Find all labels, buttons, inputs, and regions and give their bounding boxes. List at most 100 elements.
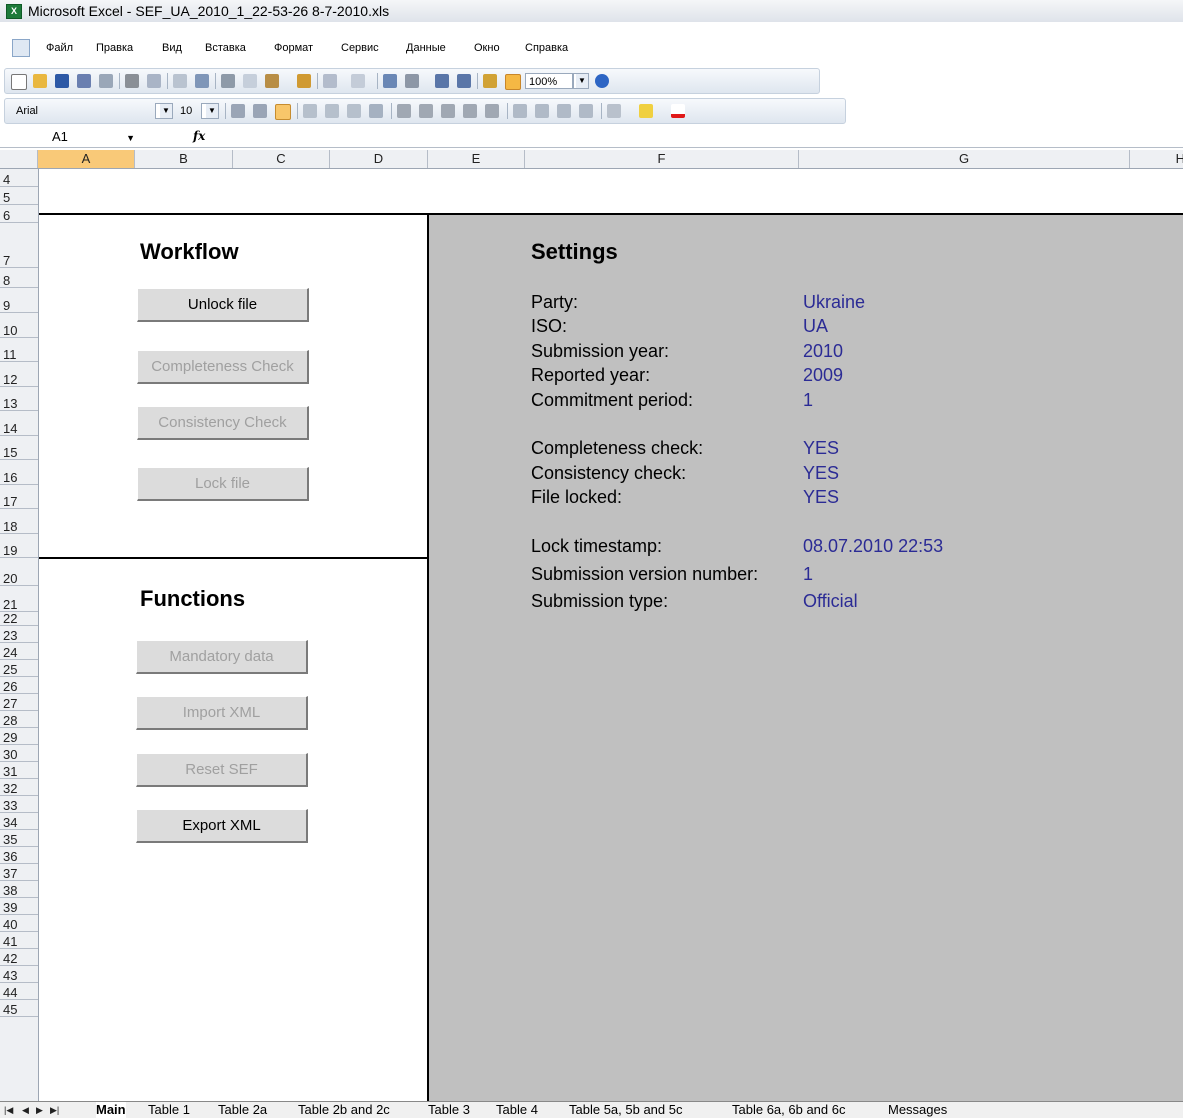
row-header[interactable]: 8	[0, 268, 38, 288]
menu-help[interactable]: Справка	[525, 42, 568, 54]
fill-color-icon[interactable]	[639, 104, 653, 118]
row-header[interactable]: 26	[0, 677, 38, 694]
row-header[interactable]: 14	[0, 411, 38, 436]
row-header[interactable]: 23	[0, 626, 38, 643]
redo-icon[interactable]	[351, 74, 365, 88]
row-header[interactable]: 38	[0, 881, 38, 898]
row-header[interactable]: 7	[0, 223, 38, 268]
chart-wizard-icon[interactable]	[483, 74, 497, 88]
font-size-dropdown[interactable]: ▼	[201, 103, 219, 119]
select-all-corner[interactable]	[0, 150, 38, 168]
save-icon[interactable]	[55, 74, 69, 88]
menu-window[interactable]: Окно	[474, 42, 500, 54]
menu-format[interactable]: Формат	[274, 42, 313, 54]
cut-icon[interactable]	[221, 74, 235, 88]
currency-icon[interactable]	[397, 104, 411, 118]
sheet-tab-table-5[interactable]: Table 5a, 5b and 5c	[569, 1102, 682, 1118]
spelling-icon[interactable]	[173, 74, 187, 88]
last-sheet-icon[interactable]: ▶|	[50, 1105, 59, 1116]
column-header-a[interactable]: A	[38, 150, 135, 168]
row-header[interactable]: 41	[0, 932, 38, 949]
indent-icon[interactable]	[557, 104, 571, 118]
column-header-c[interactable]: C	[233, 150, 330, 168]
row-header[interactable]: 5	[0, 187, 38, 205]
font-color-icon[interactable]	[671, 104, 685, 118]
email-icon[interactable]	[99, 74, 113, 88]
zoom-select[interactable]: 100%	[525, 73, 573, 89]
row-header[interactable]: 6	[0, 205, 38, 223]
open-icon[interactable]	[33, 74, 47, 88]
name-box[interactable]: A1 ▼	[38, 129, 138, 145]
consistency-check-button[interactable]: Consistency Check	[137, 406, 309, 440]
row-header[interactable]: 21	[0, 586, 38, 612]
prev-sheet-icon[interactable]: ◀	[22, 1105, 29, 1116]
increase-indent-icon[interactable]	[535, 104, 549, 118]
mandatory-data-button[interactable]: Mandatory data	[136, 640, 308, 674]
sort-ascending-icon[interactable]	[435, 74, 449, 88]
row-header[interactable]: 12	[0, 362, 38, 387]
first-sheet-icon[interactable]: |◀	[4, 1105, 13, 1116]
menu-data[interactable]: Данные	[406, 42, 446, 54]
row-header[interactable]: 9	[0, 288, 38, 313]
row-header[interactable]: 22	[0, 612, 38, 626]
comma-style-icon[interactable]	[441, 104, 455, 118]
row-header[interactable]: 20	[0, 558, 38, 586]
row-header[interactable]: 32	[0, 779, 38, 796]
align-center-icon[interactable]	[325, 104, 339, 118]
column-header-h[interactable]: H	[1130, 150, 1183, 168]
format-painter-icon[interactable]	[297, 74, 311, 88]
row-header[interactable]: 25	[0, 660, 38, 677]
decrease-indent-icon[interactable]	[513, 104, 527, 118]
row-header[interactable]: 37	[0, 864, 38, 881]
row-header[interactable]: 40	[0, 915, 38, 932]
row-header[interactable]: 29	[0, 728, 38, 745]
undo-icon[interactable]	[323, 74, 337, 88]
import-xml-button[interactable]: Import XML	[136, 696, 308, 730]
menu-file[interactable]: Файл	[46, 42, 73, 54]
next-sheet-icon[interactable]: ▶	[36, 1105, 43, 1116]
menu-insert[interactable]: Вставка	[205, 42, 246, 54]
font-size-select[interactable]: 10	[177, 103, 201, 119]
decrease-decimal-icon[interactable]	[485, 104, 499, 118]
row-header[interactable]: 33	[0, 796, 38, 813]
row-header[interactable]: 17	[0, 485, 38, 509]
sheet-tab-table-4[interactable]: Table 4	[496, 1102, 538, 1118]
copy-icon[interactable]	[243, 74, 257, 88]
row-header[interactable]: 28	[0, 711, 38, 728]
unlock-file-button[interactable]: Unlock file	[137, 288, 309, 322]
zoom-dropdown[interactable]: ▼	[573, 73, 589, 89]
row-header[interactable]: 11	[0, 338, 38, 362]
row-header[interactable]: 30	[0, 745, 38, 762]
borders-icon[interactable]	[607, 104, 621, 118]
row-header[interactable]: 36	[0, 847, 38, 864]
row-header[interactable]: 27	[0, 694, 38, 711]
underline-icon[interactable]	[275, 104, 291, 120]
align-left-icon[interactable]	[303, 104, 317, 118]
sheet-tab-table-1[interactable]: Table 1	[148, 1102, 190, 1118]
column-header-f[interactable]: F	[525, 150, 799, 168]
autosum-icon[interactable]	[405, 74, 419, 88]
sheet-tab-table-2a[interactable]: Table 2a	[218, 1102, 267, 1118]
sort-descending-icon[interactable]	[457, 74, 471, 88]
row-header[interactable]: 24	[0, 643, 38, 660]
paste-icon[interactable]	[265, 74, 279, 88]
lock-file-button[interactable]: Lock file	[137, 467, 309, 501]
new-icon[interactable]	[11, 74, 27, 90]
chevron-down-icon[interactable]: ▼	[126, 130, 135, 146]
italic-icon[interactable]	[253, 104, 267, 118]
help-icon[interactable]	[595, 74, 609, 88]
sheet-tab-messages[interactable]: Messages	[888, 1102, 947, 1118]
export-xml-button[interactable]: Export XML	[136, 809, 308, 843]
row-header[interactable]: 13	[0, 387, 38, 411]
row-header[interactable]: 35	[0, 830, 38, 847]
sheet-tab-table-6[interactable]: Table 6a, 6b and 6c	[732, 1102, 845, 1118]
column-header-d[interactable]: D	[330, 150, 428, 168]
fx-icon[interactable]: fx	[193, 129, 205, 143]
hyperlink-icon[interactable]	[383, 74, 397, 88]
font-dropdown[interactable]: ▼	[155, 103, 173, 119]
row-header[interactable]: 34	[0, 813, 38, 830]
row-header[interactable]: 15	[0, 436, 38, 460]
row-header[interactable]: 39	[0, 898, 38, 915]
percent-icon[interactable]	[419, 104, 433, 118]
row-header[interactable]: 42	[0, 949, 38, 966]
